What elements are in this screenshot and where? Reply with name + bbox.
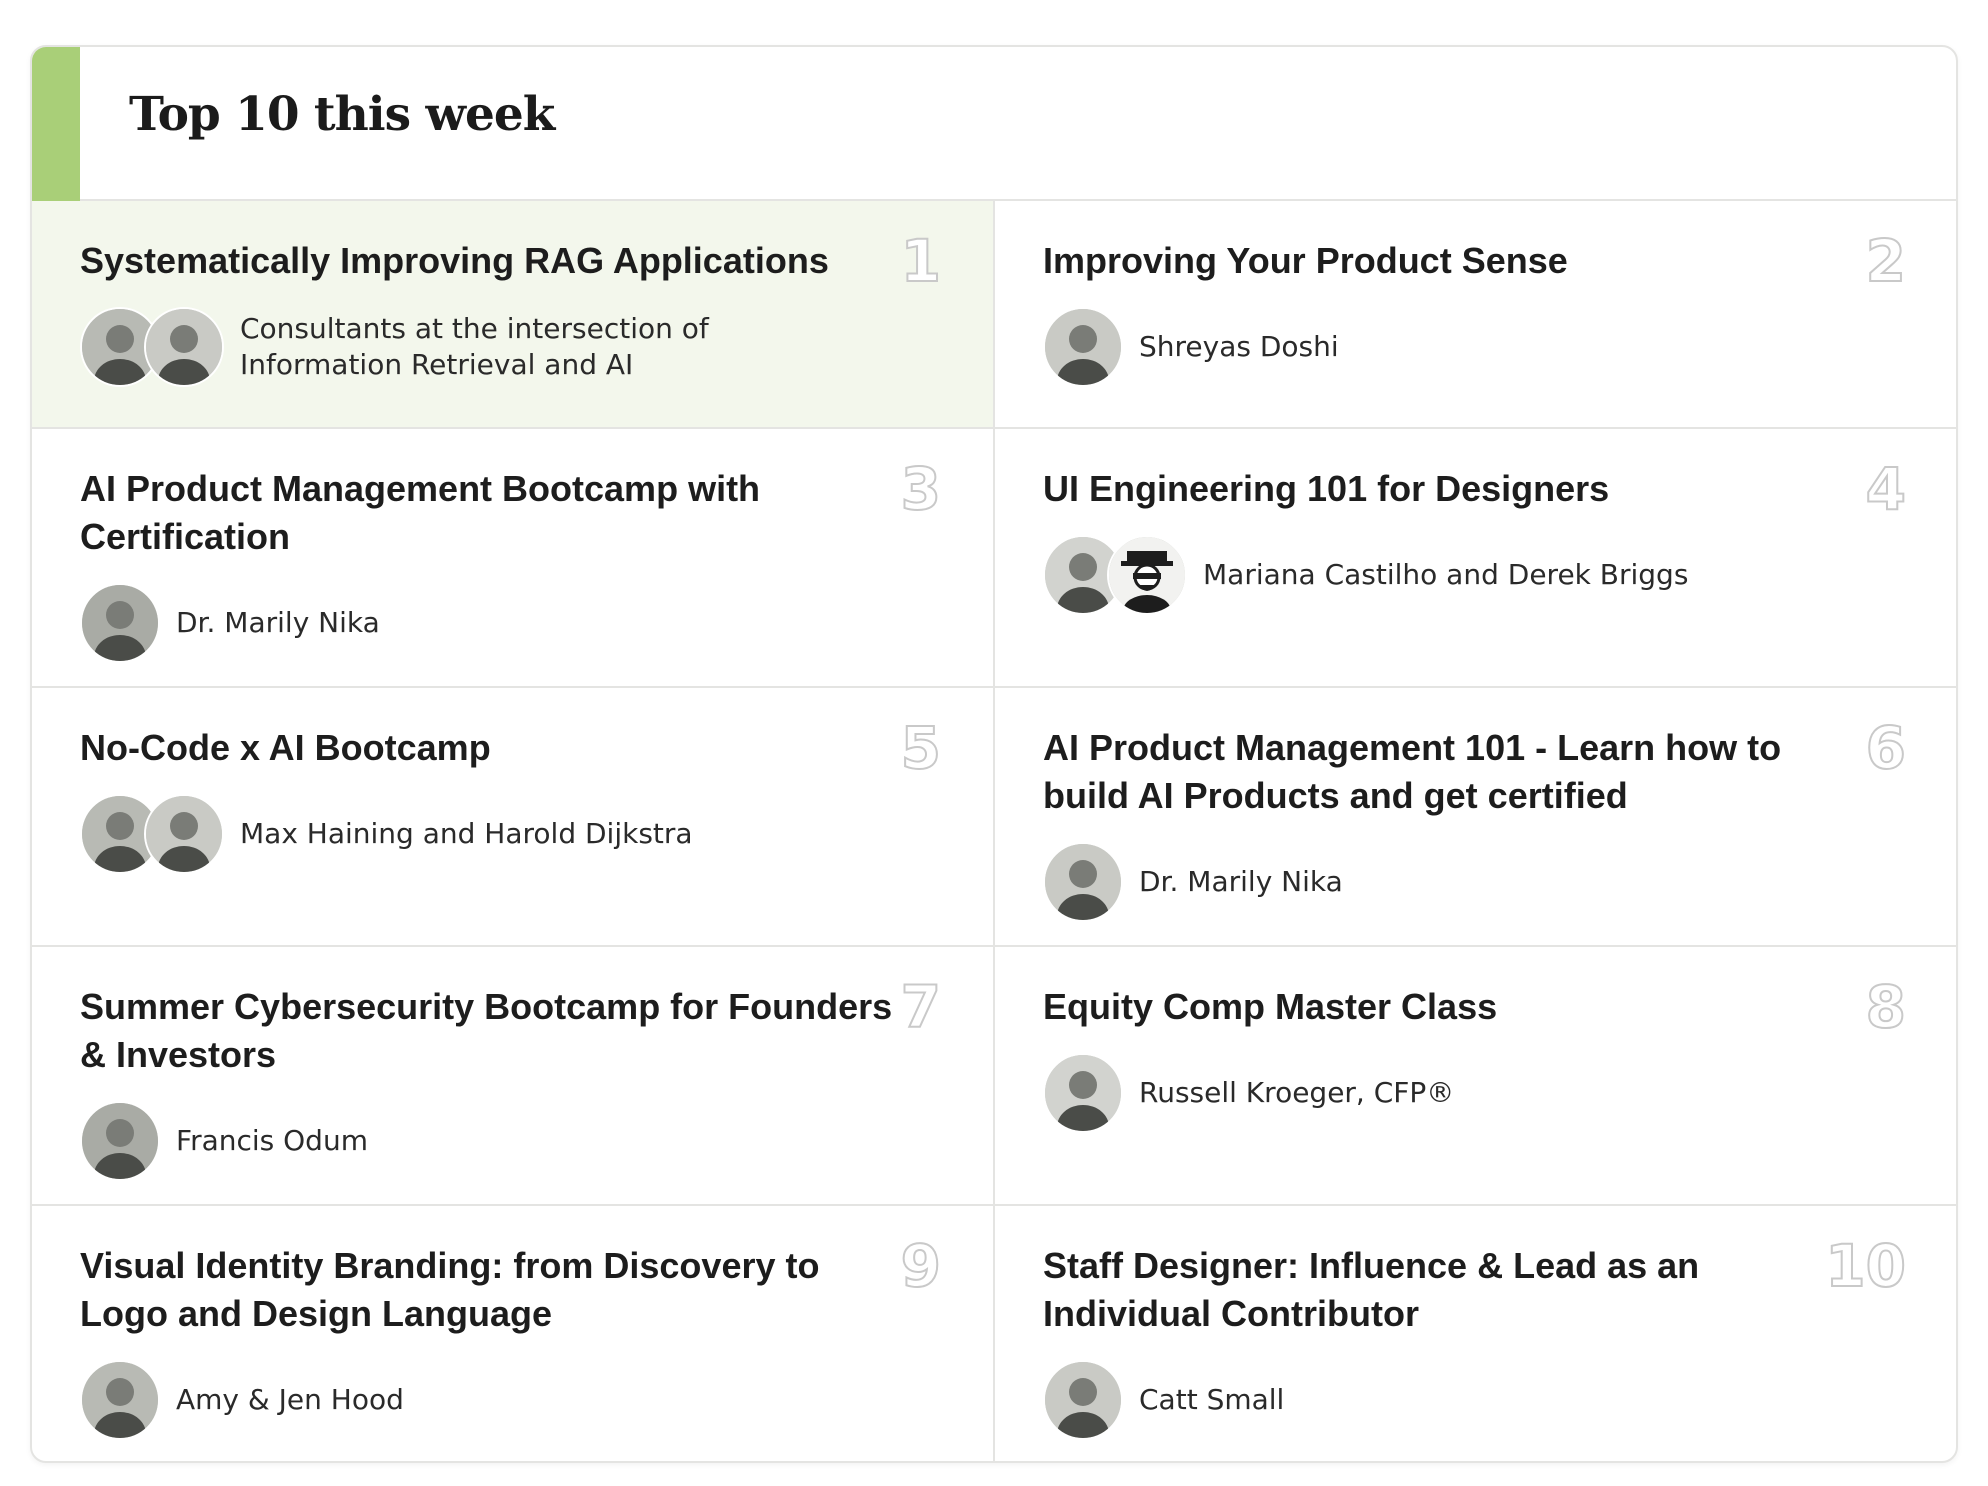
avatar-person-icon [1043,307,1123,387]
rank-number: 6 [1865,714,1907,782]
rank-number: 3 [900,455,942,523]
instructor-name: Catt Small [1139,1383,1285,1416]
top-10-card: Top 10 this week Systematically Improvin… [30,45,1958,1463]
avatar-group [80,307,224,387]
avatar-group [1043,535,1187,615]
course-title[interactable]: Equity Comp Master Class [1043,983,1863,1031]
course-grid: Systematically Improving RAG Application… [32,201,1956,1461]
course-title[interactable]: UI Engineering 101 for Designers [1043,465,1863,513]
course-card-7[interactable]: Summer Cybersecurity Bootcamp for Founde… [32,947,995,1206]
course-card-6[interactable]: AI Product Management 101 - Learn how to… [995,688,1956,947]
instructor-name: Mariana Castilho and Derek Briggs [1203,558,1689,591]
instructor-name: Dr. Marily Nika [176,606,380,639]
instructor-name: Consultants at the intersection of Infor… [240,312,709,381]
course-card-3[interactable]: AI Product Management Bootcamp with Cert… [32,429,995,688]
avatar-person-icon [80,1101,160,1181]
instructor-name: Russell Kroeger, CFP® [1139,1076,1455,1109]
page-title: Top 10 this week [129,87,555,142]
rank-number: 8 [1865,973,1907,1041]
header-accent-bar [32,47,80,201]
instructor-row: Catt Small [1043,1360,1956,1440]
rank-number: 4 [1865,455,1907,523]
rank-number: 7 [900,973,942,1041]
instructor-row: Francis Odum [80,1101,993,1181]
instructor-name: Francis Odum [176,1124,368,1157]
avatar-group [80,1101,160,1181]
course-card-1[interactable]: Systematically Improving RAG Application… [32,201,995,429]
rank-number: 9 [900,1232,942,1300]
avatar-group [1043,1360,1123,1440]
course-title[interactable]: Staff Designer: Influence & Lead as an I… [1043,1242,1863,1338]
instructor-name: Max Haining and Harold Dijkstra [240,817,693,850]
course-title[interactable]: No-Code x AI Bootcamp [80,724,900,772]
instructor-row: Max Haining and Harold Dijkstra [80,794,993,874]
course-card-8[interactable]: Equity Comp Master Class 8 Russell Kroege… [995,947,1956,1206]
avatar-person-icon [80,1360,160,1440]
avatar-group [1043,307,1123,387]
avatar-person-icon [1043,1360,1123,1440]
instructor-row: Mariana Castilho and Derek Briggs [1043,535,1956,615]
course-title[interactable]: Improving Your Product Sense [1043,237,1863,285]
avatar-group [80,794,224,874]
course-title[interactable]: AI Product Management 101 - Learn how to… [1043,724,1863,820]
avatar-group [80,1360,160,1440]
card-header: Top 10 this week [32,47,1956,201]
course-title[interactable]: Systematically Improving RAG Application… [80,237,900,285]
avatar-person-icon [144,794,224,874]
course-title[interactable]: AI Product Management Bootcamp with Cert… [80,465,900,561]
rank-number: 1 [900,227,942,295]
instructor-row: Dr. Marily Nika [80,583,993,663]
avatar-person-icon [80,583,160,663]
course-card-4[interactable]: UI Engineering 101 for Designers 4 Marian… [995,429,1956,688]
instructor-row: Russell Kroeger, CFP® [1043,1053,1956,1133]
avatar-group [80,583,160,663]
avatar-person-icon [1043,842,1123,922]
instructor-row: Consultants at the intersection of Infor… [80,307,993,387]
instructor-name: Amy & Jen Hood [176,1383,404,1416]
instructor-name: Shreyas Doshi [1139,330,1339,363]
avatar-group [1043,842,1123,922]
course-card-10[interactable]: Staff Designer: Influence & Lead as an I… [995,1206,1956,1461]
avatar-person-icon [144,307,224,387]
course-card-9[interactable]: Visual Identity Branding: from Discovery… [32,1206,995,1461]
rank-number: 2 [1865,227,1907,295]
rank-number: 5 [900,714,942,782]
course-card-5[interactable]: No-Code x AI Bootcamp 5 Max Haining and H… [32,688,995,947]
course-title[interactable]: Summer Cybersecurity Bootcamp for Founde… [80,983,900,1079]
avatar-illustration-icon [1107,535,1187,615]
instructor-row: Dr. Marily Nika [1043,842,1956,922]
course-card-2[interactable]: Improving Your Product Sense 2 Shreyas Do… [995,201,1956,429]
instructor-row: Shreyas Doshi [1043,307,1956,387]
instructor-name: Dr. Marily Nika [1139,865,1343,898]
course-title[interactable]: Visual Identity Branding: from Discovery… [80,1242,900,1338]
instructor-row: Amy & Jen Hood [80,1360,993,1440]
avatar-person-icon [1043,1053,1123,1133]
rank-number: 10 [1824,1232,1907,1300]
avatar-group [1043,1053,1123,1133]
